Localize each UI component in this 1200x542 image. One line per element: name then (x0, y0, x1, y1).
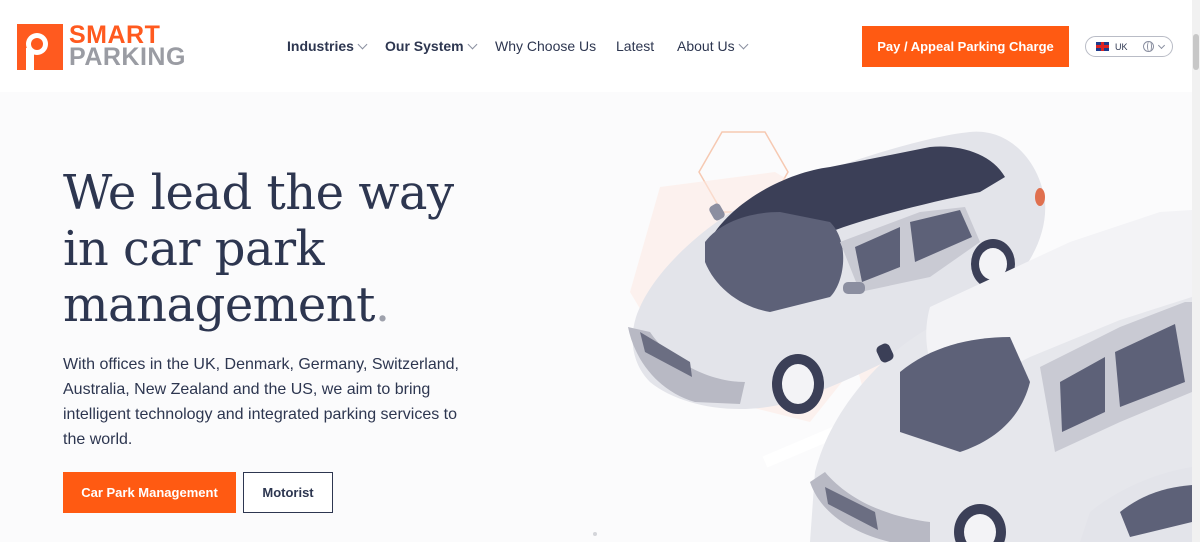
page-scrollbar[interactable] (1192, 0, 1200, 542)
chevron-down-icon (1157, 41, 1165, 49)
logo-line-2: PARKING (69, 43, 186, 71)
uk-flag-icon (1096, 42, 1109, 51)
headline-text: We lead the way in car park management (63, 165, 454, 333)
pay-appeal-button[interactable]: Pay / Appeal Parking Charge (862, 26, 1069, 67)
car-park-management-button[interactable]: Car Park Management (63, 472, 236, 513)
logo-wordmark: SMART PARKING (69, 23, 186, 71)
chevron-down-icon (467, 39, 478, 50)
nav-item-label: Latest (616, 38, 655, 54)
smart-parking-logo[interactable]: SMART PARKING (17, 23, 186, 71)
parking-p-icon (17, 24, 63, 70)
hero-section: We lead the way in car park management. … (0, 92, 1192, 542)
nav-item-industries[interactable]: Industries (287, 37, 385, 55)
hero-intro: With offices in the UK, Denmark, Germany… (63, 356, 459, 448)
scroll-indicator-dot[interactable] (593, 532, 597, 536)
nav-item-our-system[interactable]: Our System (385, 37, 495, 55)
nav-item-latest[interactable]: Latest (616, 37, 677, 55)
language-label: UK (1115, 41, 1128, 52)
scrollbar-thumb[interactable] (1193, 34, 1199, 70)
globe-icon (1142, 41, 1154, 52)
nav-item-label: Why Choose Us (495, 38, 597, 54)
main-nav: Industries Our System Why Choose Us Late… (287, 37, 757, 55)
nav-item-about-us[interactable]: About Us (677, 37, 757, 55)
motorist-button[interactable]: Motorist (243, 472, 333, 513)
chevron-down-icon (357, 39, 368, 50)
nav-item-label: Industries (287, 38, 354, 54)
site-header: SMART PARKING Industries Our System Why … (0, 0, 1200, 92)
nav-item-label: About Us (677, 38, 735, 54)
nav-item-why-choose-us[interactable]: Why Choose Us (495, 37, 616, 55)
headline-dot: . (374, 277, 390, 333)
hero-headline: We lead the way in car park management. (63, 165, 483, 333)
nav-item-label: Our System (385, 38, 464, 54)
car-park-illustration (628, 131, 1192, 542)
chevron-down-icon (738, 39, 749, 50)
language-selector[interactable]: UK (1085, 36, 1173, 57)
